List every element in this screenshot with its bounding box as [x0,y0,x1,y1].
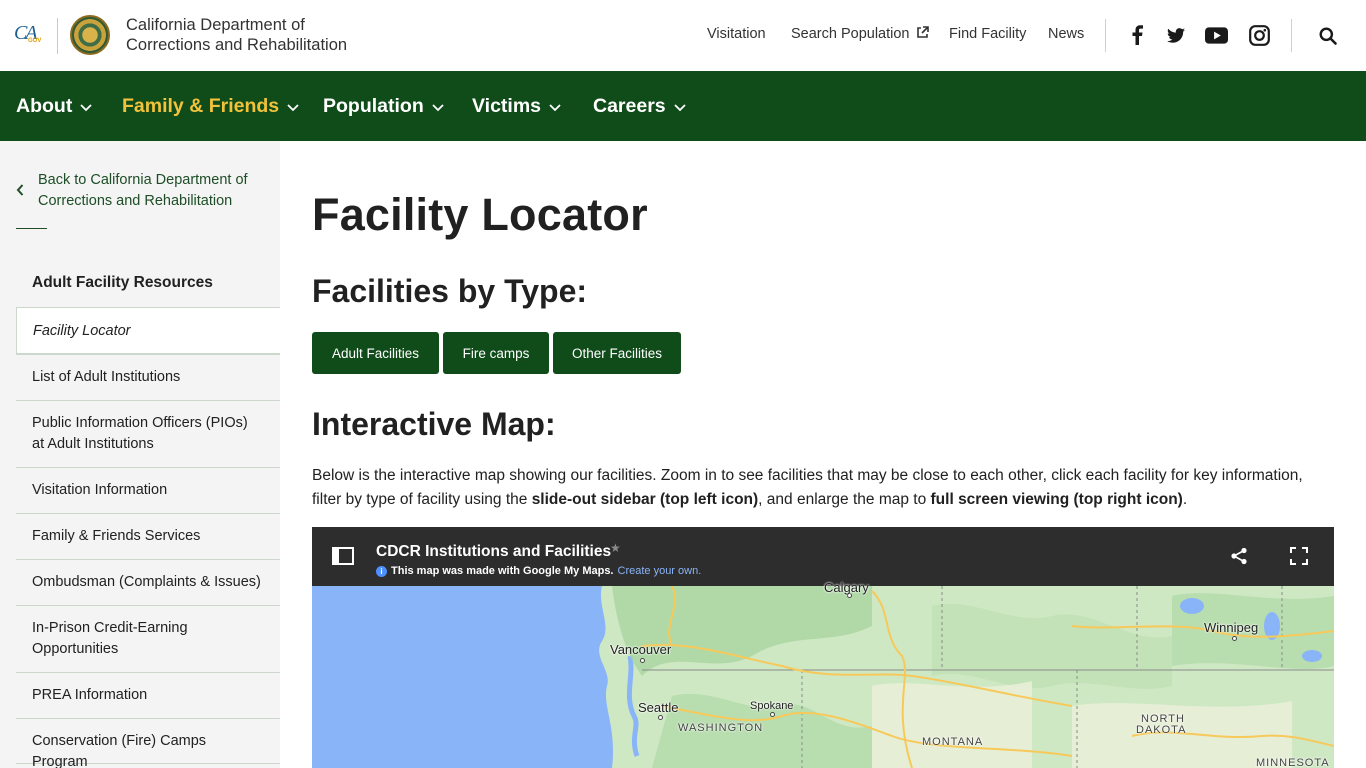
site-header: CA GOV California Department of Correcti… [0,0,1366,71]
dept-name-line2: Corrections and Rehabilitation [126,36,348,54]
map-dot-winnipeg [1232,636,1237,641]
map-label-spokane: Spokane [750,700,794,712]
youtube-icon[interactable] [1204,23,1228,47]
map-canvas[interactable]: Calgary Winnipeg Vancouver Seattle Spoka… [312,580,1334,768]
intro-text: , and enlarge the map to [758,491,931,508]
sidebar-item-ombudsman[interactable]: Ombudsman (Complaints & Issues) [16,559,280,605]
sidebar: Back to California Department of Correct… [0,141,280,768]
intro-text: . [1182,491,1188,508]
create-your-own-link[interactable]: Create your own. [618,565,702,577]
other-facilities-button[interactable]: Other Facilities [553,332,681,374]
chevron-down-icon [432,95,444,118]
map-label-calgary: Calgary [824,580,869,595]
nav-item-label: Victims [472,95,542,117]
map-label-dakota: DAKOTA [1136,724,1187,736]
map-label-minnesota: MINNESOTA [1256,757,1330,768]
map-tiles [312,585,1334,768]
nav-item-label: Careers [593,95,666,117]
map-title: CDCR Institutions and Facilities [376,543,612,560]
chevron-down-icon [80,95,92,118]
instagram-icon[interactable] [1247,23,1271,47]
sidebar-item-conservation-camps[interactable]: Conservation (Fire) Camps Program [16,718,280,768]
cdcr-seal-logo[interactable] [70,15,110,55]
map-header: CDCR Institutions and Facilities ★ i Thi… [312,527,1334,586]
section-heading-map: Interactive Map: [312,406,556,442]
sidebar-toggle-icon[interactable] [332,547,354,570]
map-label-washington: WASHINGTON [678,722,764,734]
sidebar-item-visitation-information[interactable]: Visitation Information [16,467,280,513]
facebook-icon[interactable] [1125,23,1149,47]
department-name[interactable]: California Department of Corrections and… [126,15,347,55]
adult-facilities-button[interactable]: Adult Facilities [312,332,439,374]
sidebar-item-family-friends-services[interactable]: Family & Friends Services [16,513,280,559]
external-link-icon [916,26,929,43]
sidebar-item-list-of-adult-institutions[interactable]: List of Adult Institutions [16,354,280,400]
nav-item-label: Family & Friends [122,95,280,117]
sidebar-heading: Adult Facility Resources [32,274,213,291]
nav-item-about[interactable]: About [16,95,92,118]
map-dot-seattle [658,715,663,720]
chevron-down-icon [287,95,299,118]
map-intro-text: Below is the interactive map showing our… [312,464,1334,512]
sidebar-item-credit-earning[interactable]: In-Prison Credit-Earning Opportunities [16,605,280,672]
map-label-vancouver: Vancouver [610,642,672,657]
search-icon[interactable] [1316,24,1340,48]
star-icon[interactable]: ★ [610,541,621,555]
logo-divider [57,18,58,54]
nav-item-population[interactable]: Population [323,95,444,118]
info-icon: i [376,565,387,577]
intro-emphasis: slide-out sidebar (top left icon) [531,491,759,508]
chevron-down-icon [549,95,561,118]
utility-link-search-population[interactable]: Search Population [791,26,929,43]
nav-item-careers[interactable]: Careers [593,95,686,118]
nav-item-family-friends[interactable]: Family & Friends [122,95,299,118]
sidebar-item-facility-locator[interactable]: Facility Locator [16,307,280,354]
nav-item-label: Population [323,95,424,117]
map-label-montana: MONTANA [922,736,984,748]
nav-item-label: About [16,95,73,117]
utility-link-visitation[interactable]: Visitation [707,26,766,42]
page-title: Facility Locator [312,189,648,240]
interactive-map[interactable]: CDCR Institutions and Facilities ★ i Thi… [312,527,1334,768]
fullscreen-icon[interactable] [1290,547,1308,570]
back-link-label: Back to California Department of Correct… [38,172,248,209]
map-label-seattle: Seattle [638,700,679,715]
header-divider [1291,19,1292,52]
dept-name-line1: California Department of [126,16,305,34]
made-with-text: This map was made with Google My Maps. [391,565,614,577]
utility-link-find-facility[interactable]: Find Facility [949,26,1026,42]
share-icon[interactable] [1230,547,1248,570]
map-dot-vancouver [640,658,645,663]
utility-link-news[interactable]: News [1048,26,1084,42]
map-attribution: i This map was made with Google My Maps.… [376,565,701,577]
sidebar-item-prea[interactable]: PREA Information [16,672,280,718]
ca-logo-suffix: GOV [28,38,42,44]
ca-gov-logo[interactable]: CA GOV [14,22,46,48]
main-nav: About Family & Friends Population Victim… [0,71,1366,141]
chevron-down-icon [674,95,686,118]
map-label-winnipeg: Winnipeg [1204,620,1259,635]
chevron-left-icon [16,183,24,201]
header-divider [1105,19,1106,52]
utility-link-label: Search Population [791,26,910,42]
nav-item-victims[interactable]: Victims [472,95,561,118]
sidebar-item-pios[interactable]: Public Information Officers (PIOs) at Ad… [16,400,280,467]
twitter-icon[interactable] [1164,23,1188,47]
map-dot-spokane [770,712,775,717]
fire-camps-button[interactable]: Fire camps [443,332,549,374]
intro-emphasis: full screen viewing (top right icon) [930,491,1183,508]
section-heading-types: Facilities by Type: [312,273,588,309]
divider [16,228,47,229]
